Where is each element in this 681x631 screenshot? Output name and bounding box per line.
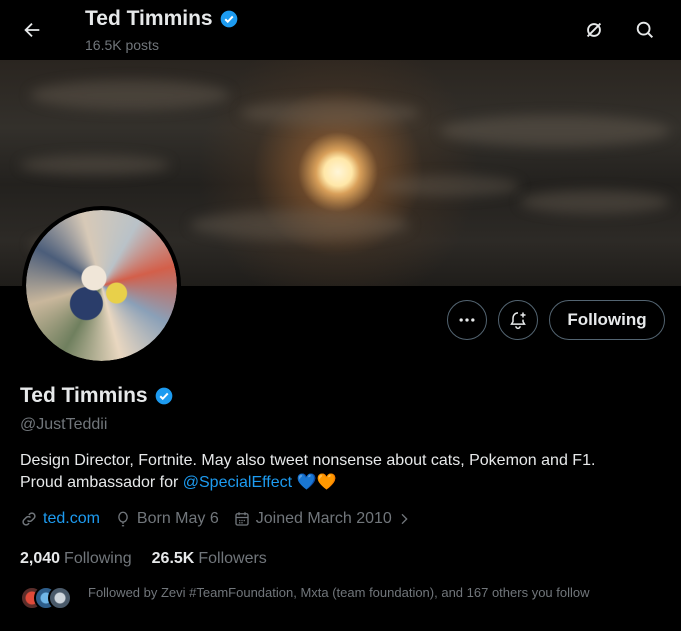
profile-bio: Design Director, Fortnite. May also twee… — [20, 450, 670, 494]
followed-by-text: Followed by Zevi #TeamFoundation, Mxta (… — [88, 585, 590, 600]
bio-mention-link[interactable]: @SpecialEffect — [183, 474, 292, 491]
balloon-icon — [118, 511, 128, 527]
verified-badge-icon — [220, 10, 237, 28]
header-post-count: 16.5K posts — [85, 37, 159, 53]
followed-by-avatars — [20, 584, 80, 610]
verified-badge-icon[interactable] — [154, 386, 174, 406]
bio-emoji: 💙🧡 — [296, 474, 337, 491]
website-item[interactable]: ted.com — [20, 510, 100, 528]
bell-plus-icon — [510, 312, 526, 330]
back-button[interactable] — [14, 12, 50, 48]
bio-line-1: Design Director, Fortnite. May also twee… — [20, 452, 596, 469]
followers-label: Followers — [198, 550, 267, 567]
profile-name-row: Ted Timmins — [20, 384, 174, 408]
profile-name: Ted Timmins — [20, 384, 148, 407]
followers-count-link[interactable]: 26.5K Followers — [152, 550, 267, 568]
chevron-right-icon — [401, 513, 408, 525]
following-button[interactable]: Following — [549, 300, 665, 340]
joined-item[interactable]: Joined March 2010 — [233, 510, 417, 528]
notifications-button[interactable] — [498, 300, 538, 340]
grok-button[interactable] — [576, 12, 612, 48]
follow-counts: 2,040 Following 26.5K Followers — [20, 550, 287, 568]
following-count: 2,040 — [20, 550, 61, 567]
more-icon — [459, 318, 475, 322]
link-icon — [22, 512, 36, 526]
search-icon — [636, 21, 654, 39]
mini-avatar — [48, 586, 72, 610]
header-name-row: Ted Timmins — [85, 7, 239, 31]
joined-text: Joined March 2010 — [255, 510, 392, 527]
following-label: Following — [64, 550, 132, 567]
birthday-item: Born May 6 — [114, 510, 219, 528]
website-link[interactable]: ted.com — [43, 510, 100, 528]
birthday-text: Born May 6 — [136, 510, 219, 527]
more-button[interactable] — [447, 300, 487, 340]
profile-meta: ted.com Born May 6 Joined March 2010 — [20, 510, 431, 528]
calendar-icon — [235, 512, 249, 526]
following-count-link[interactable]: 2,040 Following — [20, 550, 132, 568]
followed-by-row[interactable]: Followed by Zevi #TeamFoundation, Mxta (… — [20, 584, 648, 610]
bio-prefix: Proud ambassador for — [20, 474, 183, 491]
profile-handle: @JustTeddii — [20, 416, 108, 433]
arrow-left-icon — [24, 22, 40, 38]
search-button[interactable] — [627, 12, 663, 48]
top-bar: Ted Timmins 16.5K posts — [0, 0, 681, 60]
profile-avatar[interactable] — [22, 206, 181, 365]
grok-icon — [586, 22, 602, 38]
followers-count: 26.5K — [151, 550, 195, 567]
header-name: Ted Timmins — [85, 7, 213, 30]
bio-line-2: Proud ambassador for @SpecialEffect 💙🧡 — [20, 472, 670, 494]
avatar-image — [26, 210, 177, 361]
